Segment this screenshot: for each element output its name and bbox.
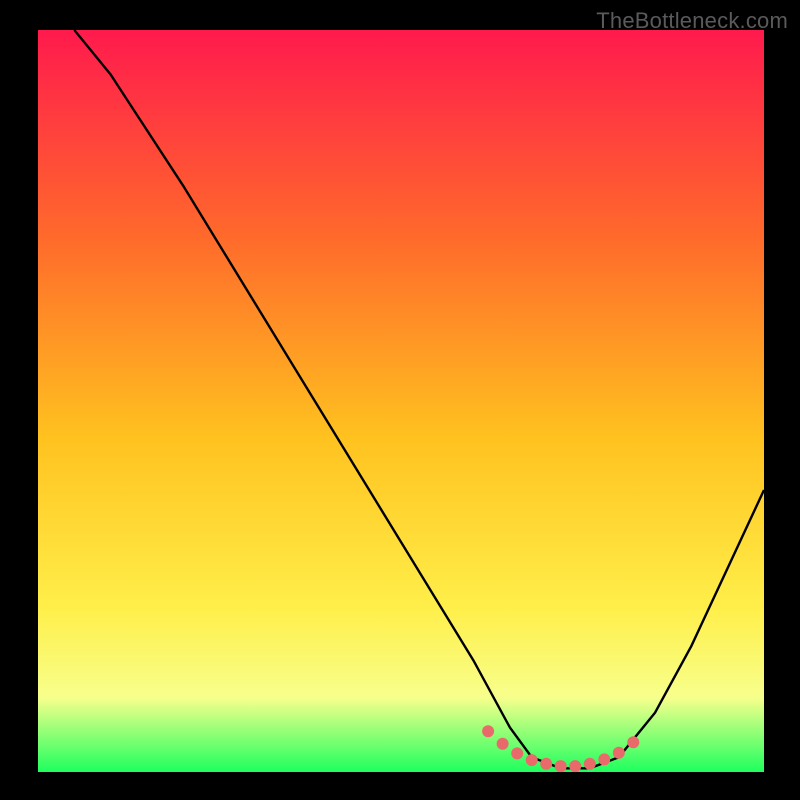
plot-area (38, 30, 764, 772)
optimal-dot (482, 725, 494, 737)
bottleneck-chart: TheBottleneck.com (0, 0, 800, 800)
optimal-dot (613, 747, 625, 759)
optimal-dot (497, 738, 509, 750)
optimal-dot (627, 736, 639, 748)
optimal-dot (511, 747, 523, 759)
optimal-dot (526, 754, 538, 766)
optimal-dot (555, 760, 567, 772)
gradient-field (38, 30, 764, 772)
watermark-text: TheBottleneck.com (596, 8, 788, 34)
chart-svg (0, 0, 800, 800)
optimal-dot (598, 753, 610, 765)
optimal-dot (569, 760, 581, 772)
optimal-dot (540, 758, 552, 770)
optimal-dot (584, 758, 596, 770)
